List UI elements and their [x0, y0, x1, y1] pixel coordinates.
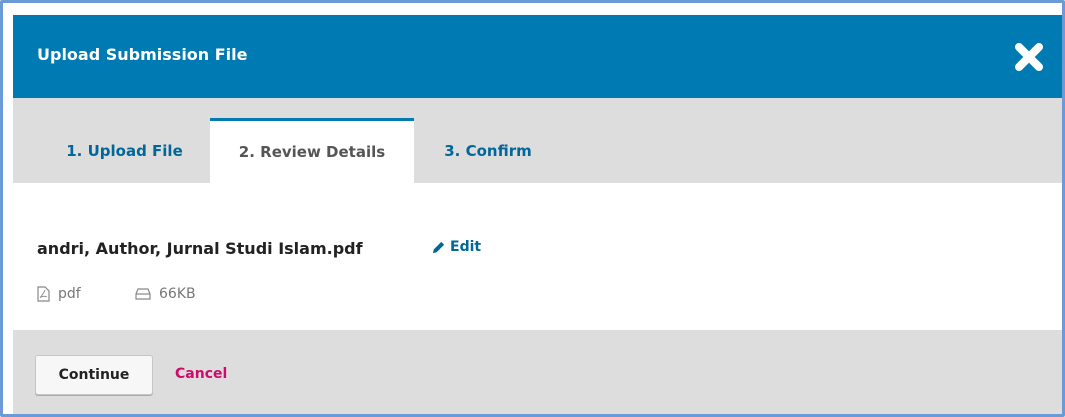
file-type-label: pdf: [58, 286, 81, 302]
modal-footer: Continue Cancel: [13, 330, 1062, 414]
review-details-panel: andri, Author, Jurnal Studi Islam.pdf Ed…: [13, 183, 1062, 330]
hard-drive-icon: [135, 288, 151, 300]
pencil-icon: [432, 241, 445, 253]
close-x-icon: [1015, 43, 1043, 71]
file-pdf-icon: [37, 286, 50, 302]
upload-submission-modal: Upload Submission File 1. Upload File 2.…: [13, 15, 1062, 414]
cancel-link[interactable]: Cancel: [175, 366, 227, 382]
close-button[interactable]: [1013, 41, 1045, 73]
file-size-label: 66KB: [159, 286, 196, 302]
tab-upload-file[interactable]: 1. Upload File: [43, 118, 206, 183]
file-name: andri, Author, Jurnal Studi Islam.pdf: [37, 239, 363, 258]
continue-button[interactable]: Continue: [35, 355, 153, 395]
modal-title: Upload Submission File: [37, 45, 248, 64]
modal-frame: Upload Submission File 1. Upload File 2.…: [0, 0, 1065, 417]
file-type: pdf: [37, 286, 81, 302]
file-size: 66KB: [135, 286, 196, 302]
tab-review-details[interactable]: 2. Review Details: [210, 118, 414, 183]
edit-link[interactable]: Edit: [431, 239, 481, 255]
modal-header: Upload Submission File: [13, 15, 1062, 98]
edit-label: Edit: [450, 239, 482, 255]
tab-confirm[interactable]: 3. Confirm: [418, 118, 558, 183]
wizard-tabs: 1. Upload File 2. Review Details 3. Conf…: [13, 98, 1062, 183]
